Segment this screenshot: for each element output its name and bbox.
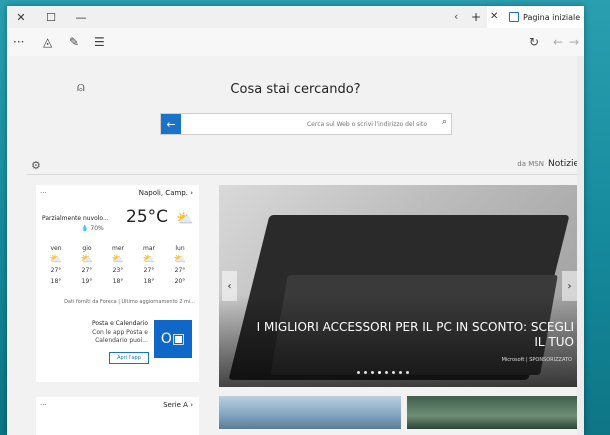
weather-temperature: 25°C [126,207,169,227]
tab-pagina-iniziale[interactable]: Pagina iniziale [487,6,584,28]
back-arrow-icon[interactable]: ← [553,28,563,56]
scrollbar[interactable] [577,56,584,435]
carousel-dot[interactable] [406,371,409,374]
carousel-dots[interactable] [357,371,409,374]
forecast-day: mar ⛅ 27° 18° [135,243,163,287]
hero-news-card[interactable]: ‹ › I MIGLIORI ACCESSORI PER IL PC IN SC… [219,185,580,387]
divider [27,174,584,175]
plus-icon[interactable]: + [471,6,481,28]
weather-footer: Dati forniti da Foreca | Ultimo aggiorna… [64,299,195,305]
app-card-description: Con le app Posta e Calendario puoi... [92,329,148,344]
day-low: 18° [143,278,155,285]
day-name: lun [175,245,185,252]
title-bar: ✕ ☐ — ‹ + Pagina iniziale ✕ [7,6,584,28]
start-page: ⍝ Cosa stai cercando? ← ⌕ ⚙ da MSN Notiz… [7,56,584,435]
minimize-icon[interactable]: — [67,6,95,28]
weather-condition: Parzialmente nuvolo... [42,215,109,222]
gear-icon[interactable]: ⚙ [31,159,41,172]
weather-location[interactable]: Napoli, Camp. › [139,189,193,197]
search-go-button[interactable]: ← [161,114,181,134]
forecast-day: ven ⛅ 27° 18° [42,243,70,287]
note-icon[interactable]: ✎ [69,28,79,56]
tab-title: Pagina iniziale [523,12,581,22]
carousel-dot[interactable] [371,371,374,374]
toolbar: ··· ◬ ✎ ☰ ↻ ← → [7,28,584,56]
news-source: da MSN [517,160,544,168]
sun-cloud-icon: ⛅ [173,254,187,265]
news-thumbnail[interactable] [219,396,401,429]
open-app-button[interactable]: Apri l'app [109,352,149,364]
more-dots-icon[interactable]: ··· [13,28,24,56]
weather-humidity: 💧 70% [81,225,104,232]
search-box[interactable]: ← ⌕ [160,113,452,135]
news-header: da MSN Notizie [517,159,579,169]
browser-window: ✕ ☐ — ‹ + Pagina iniziale ✕ ··· ◬ ✎ ☰ ↻ … [7,6,584,435]
day-name: ven [50,245,62,252]
more-dots-icon[interactable]: ··· [40,189,47,197]
maximize-icon[interactable]: ☐ [37,6,65,28]
refresh-icon[interactable]: ↻ [529,28,539,56]
day-high: 27° [143,267,155,274]
sun-cloud-icon: ⛅ [111,254,125,265]
carousel-dot[interactable] [385,371,388,374]
share-icon[interactable]: ◬ [43,28,52,56]
search-input[interactable] [185,116,429,132]
day-high: 27° [50,267,62,274]
weather-header: ··· Napoli, Camp. › [36,189,199,203]
search-icon: ⌕ [441,117,447,127]
carousel-dot[interactable] [378,371,381,374]
day-low: 18° [112,278,124,285]
forecast-day: mer ⛅ 23° 18° [104,243,132,287]
forward-arrow-icon[interactable]: → [569,28,579,56]
forecast-days: ven ⛅ 27° 18° gio ⛅ 27° 19° mer ⛅ 23° 18… [42,243,194,287]
day-low: 18° [50,278,62,285]
sun-cloud-icon: ⛅ [49,254,63,265]
hero-source: Microsoft | SPONSORIZZATO [501,357,572,363]
carousel-dot[interactable] [399,371,402,374]
hub-icon[interactable]: ☰ [94,28,105,56]
day-low: 19° [81,278,93,285]
close-icon[interactable]: ✕ [7,6,35,28]
hero-title[interactable]: I MIGLIORI ACCESSORI PER IL PC IN SCONTO… [244,320,574,350]
carousel-dot[interactable] [364,371,367,374]
tab-scroll-icon[interactable]: ‹ [454,6,458,28]
day-name: mer [111,245,124,252]
carousel-next-button[interactable]: › [562,271,577,301]
edge-page-icon [509,12,519,22]
page-title: Cosa stai cercando? [230,82,361,97]
mail-app-icon[interactable]: O▣ [154,320,192,358]
news-thumbnail[interactable] [407,396,580,429]
carousel-prev-button[interactable]: ‹ [222,271,237,301]
carousel-dot[interactable] [357,371,360,374]
sun-cloud-icon: ⛅ [80,254,94,265]
day-low: 20° [174,278,186,285]
forecast-day: lun ⛅ 27° 20° [166,243,194,287]
app-card-title: Posta e Calendario [91,320,148,327]
serie-a-card[interactable]: ··· Serie A › [36,397,199,435]
sun-cloud-icon: ⛅ [142,254,156,265]
day-high: 23° [112,267,124,274]
day-name: gio [82,245,92,252]
more-dots-icon[interactable]: ··· [40,401,47,409]
carousel-dot[interactable] [392,371,395,374]
forecast-day: gio ⛅ 27° 19° [73,243,101,287]
serie-a-header: ··· Serie A › [36,401,199,415]
sun-cloud-icon: ⛅ [176,211,194,227]
weather-card[interactable]: ··· Napoli, Camp. › Parzialmente nuvolo.… [36,185,199,382]
day-name: mar [143,245,155,252]
tab-close-icon[interactable]: ✕ [490,6,498,28]
day-high: 27° [81,267,93,274]
serie-a-label[interactable]: Serie A › [163,401,193,409]
day-high: 27° [174,267,186,274]
news-label: Notizie [547,159,579,169]
